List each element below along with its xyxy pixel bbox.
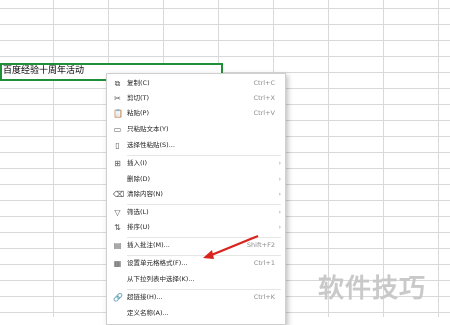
menu-item-shortcut: Ctrl+V (253, 109, 275, 117)
copy-icon: ⧉ (114, 79, 121, 88)
menu-item-hyperlink[interactable]: 🔗 超链接(H)... Ctrl+K (107, 290, 285, 305)
menu-item-label: 超链接(H)... (127, 293, 163, 301)
menu-item-shortcut: Shift+F2 (246, 241, 275, 249)
submenu-arrow-icon: › (278, 209, 281, 216)
menu-item-filter[interactable]: ▽ 筛选(L) › (107, 205, 285, 220)
submenu-arrow-icon: › (278, 224, 281, 231)
menu-item-label: 插入(I) (127, 159, 147, 167)
menu-item-label: 插入批注(M)... (127, 241, 170, 249)
menu-item-sort[interactable]: ⇅ 排序(U) › (107, 220, 285, 235)
menu-item-define-name[interactable]: 定义名称(A)... (107, 306, 285, 321)
menu-item-pick-from-dropdown[interactable]: 从下拉列表中选择(K)... (107, 272, 285, 287)
menu-item-label: 定义名称(A)... (127, 309, 169, 317)
menu-item-paste-text-only[interactable]: ▭ 只粘贴文本(Y) (107, 122, 285, 137)
menu-item-label: 清除内容(N) (127, 190, 163, 198)
menu-item-label: 选择性粘贴(S)... (127, 141, 175, 149)
menu-item-insert[interactable]: ⊞ 插入(I) › (107, 156, 285, 171)
paste-icon: 📋 (113, 109, 123, 118)
sort-icon: ⇅ (114, 223, 121, 232)
paste-special-icon: ▯ (115, 141, 120, 150)
comment-icon: ▤ (113, 241, 122, 250)
format-cells-icon: ▦ (113, 259, 122, 268)
cut-icon: ✂ (114, 94, 121, 103)
submenu-arrow-icon: › (278, 160, 281, 167)
menu-item-shortcut: Ctrl+C (253, 79, 275, 87)
menu-item-shortcut: Ctrl+X (253, 94, 275, 102)
menu-item-shortcut: Ctrl+1 (253, 259, 275, 267)
menu-item-insert-comment[interactable]: ▤ 插入批注(M)... Shift+F2 (107, 238, 285, 253)
paste-text-icon: ▭ (113, 125, 122, 134)
menu-item-shortcut: Ctrl+K (253, 293, 275, 301)
menu-item-label: 排序(U) (127, 223, 150, 231)
context-menu: ⧉ 复制(C) Ctrl+C ✂ 剪切(T) Ctrl+X 📋 粘贴(P) Ct… (106, 73, 286, 325)
menu-item-label: 只粘贴文本(Y) (127, 125, 169, 133)
menu-item-label: 复制(C) (127, 79, 150, 87)
clear-content-icon: ⌫ (113, 190, 125, 199)
menu-item-clear-content[interactable]: ⌫ 清除内容(N) › (107, 187, 285, 202)
menu-item-label: 从下拉列表中选择(K)... (127, 275, 195, 283)
menu-item-label: 剪切(T) (127, 94, 150, 102)
menu-item-label: 粘贴(P) (127, 109, 149, 117)
selected-cell-text: 百度经验十周年活动 (3, 66, 85, 76)
filter-icon: ▽ (114, 208, 121, 217)
watermark-text: 软件技巧 (318, 274, 427, 304)
insert-icon: ⊞ (114, 159, 121, 168)
menu-item-delete[interactable]: 删除(D) › (107, 172, 285, 187)
menu-item-paste[interactable]: 📋 粘贴(P) Ctrl+V (107, 106, 285, 121)
menu-item-paste-special[interactable]: ▯ 选择性粘贴(S)... (107, 138, 285, 153)
submenu-arrow-icon: › (278, 176, 281, 183)
menu-item-format-cells[interactable]: ▦ 设置单元格格式(F)... Ctrl+1 (107, 256, 285, 271)
menu-item-cut[interactable]: ✂ 剪切(T) Ctrl+X (107, 91, 285, 106)
submenu-arrow-icon: › (278, 191, 281, 198)
menu-item-label: 设置单元格格式(F)... (127, 259, 188, 267)
hyperlink-icon: 🔗 (113, 293, 123, 302)
menu-item-label: 筛选(L) (127, 208, 149, 216)
menu-item-copy[interactable]: ⧉ 复制(C) Ctrl+C (107, 76, 285, 91)
menu-item-label: 删除(D) (127, 175, 151, 183)
